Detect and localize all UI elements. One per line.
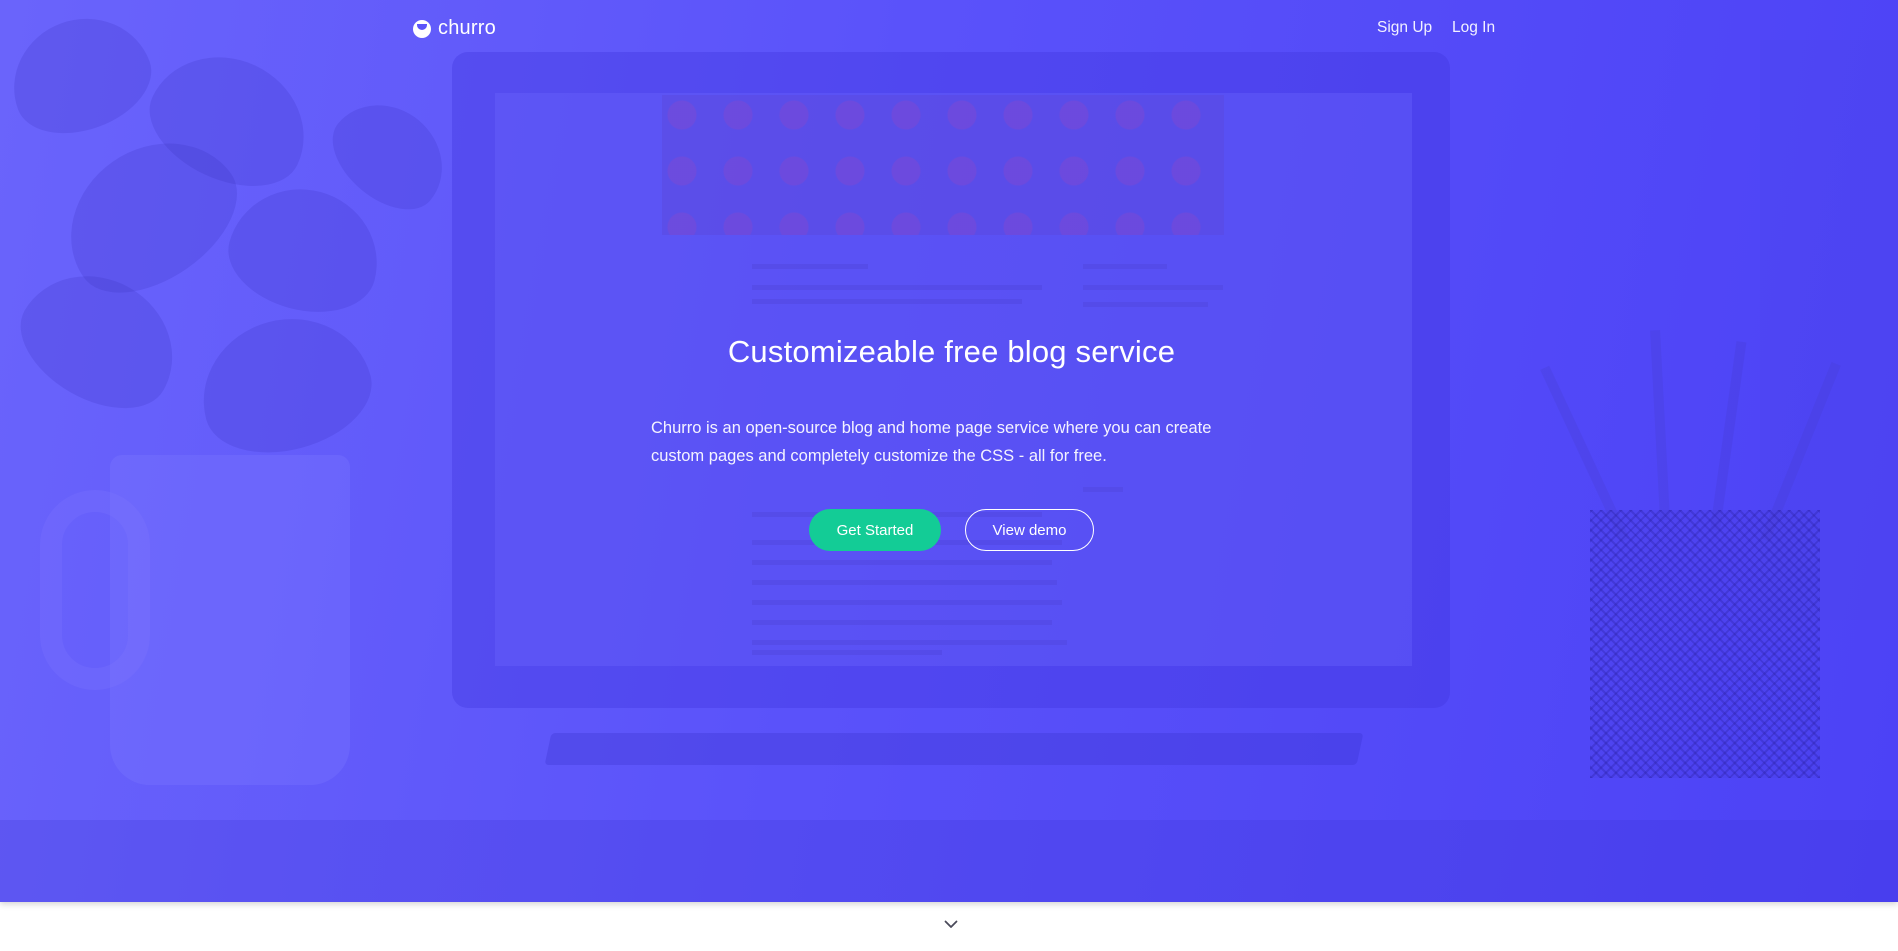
brand-logo-link[interactable]: churro bbox=[413, 17, 496, 40]
hero-description: Churro is an open-source blog and home p… bbox=[651, 419, 1212, 465]
nav-sign-up-link[interactable]: Sign Up bbox=[1377, 19, 1432, 37]
brand-name: churro bbox=[438, 17, 496, 39]
chevron-down-icon bbox=[944, 920, 958, 928]
nav-log-in-link[interactable]: Log In bbox=[1452, 19, 1495, 37]
view-demo-button[interactable]: View demo bbox=[965, 509, 1094, 551]
churro-logo-icon bbox=[413, 19, 431, 38]
get-started-button[interactable]: Get Started bbox=[809, 509, 941, 551]
scroll-down-button[interactable] bbox=[943, 916, 959, 932]
hero-title: Customizeable free blog service bbox=[727, 334, 1176, 369]
hero-section: churro Sign Up Log In Customizeable free… bbox=[0, 0, 1898, 902]
